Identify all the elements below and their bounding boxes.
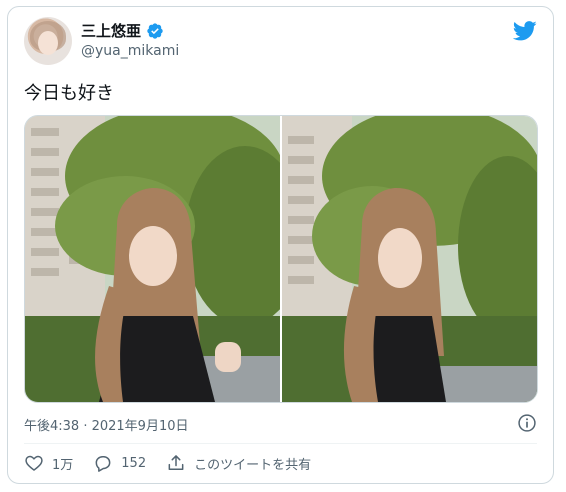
like-count: 1万	[52, 457, 74, 473]
share-label: このツイートを共有	[194, 457, 312, 473]
photo-left[interactable]	[25, 116, 280, 402]
heart-icon	[25, 455, 43, 471]
author-handle[interactable]: @yua_mikami	[81, 43, 179, 59]
media-grid[interactable]	[24, 115, 538, 403]
twitter-bird-icon[interactable]	[513, 21, 537, 41]
avatar[interactable]	[24, 17, 72, 65]
photo-left-image	[25, 116, 280, 402]
like-button[interactable]: 1万	[24, 453, 73, 473]
tweet-card[interactable]: 三上悠亜 @yua_mikami 今日も好き 午後4:38 · 2021年9月1…	[7, 6, 554, 484]
reply-count: 152	[121, 455, 147, 471]
tweet-actions: 1万 152 このツイートを共有	[24, 453, 331, 473]
tweet-text: 今日も好き	[24, 83, 114, 104]
verified-badge-icon	[147, 22, 163, 39]
author-name[interactable]: 三上悠亜	[81, 20, 141, 41]
share-icon	[168, 455, 184, 470]
info-icon[interactable]	[517, 413, 537, 433]
photo-right-image	[282, 116, 537, 402]
author-name-row[interactable]: 三上悠亜	[81, 20, 164, 41]
avatar-face	[38, 31, 58, 55]
photo-right[interactable]	[282, 116, 537, 402]
tweet-timestamp[interactable]: 午後4:38 · 2021年9月10日	[24, 415, 189, 434]
divider	[24, 443, 537, 444]
share-button[interactable]: このツイートを共有	[166, 453, 311, 473]
reply-button[interactable]: 152	[93, 453, 146, 473]
reply-bubble-icon	[95, 456, 111, 472]
